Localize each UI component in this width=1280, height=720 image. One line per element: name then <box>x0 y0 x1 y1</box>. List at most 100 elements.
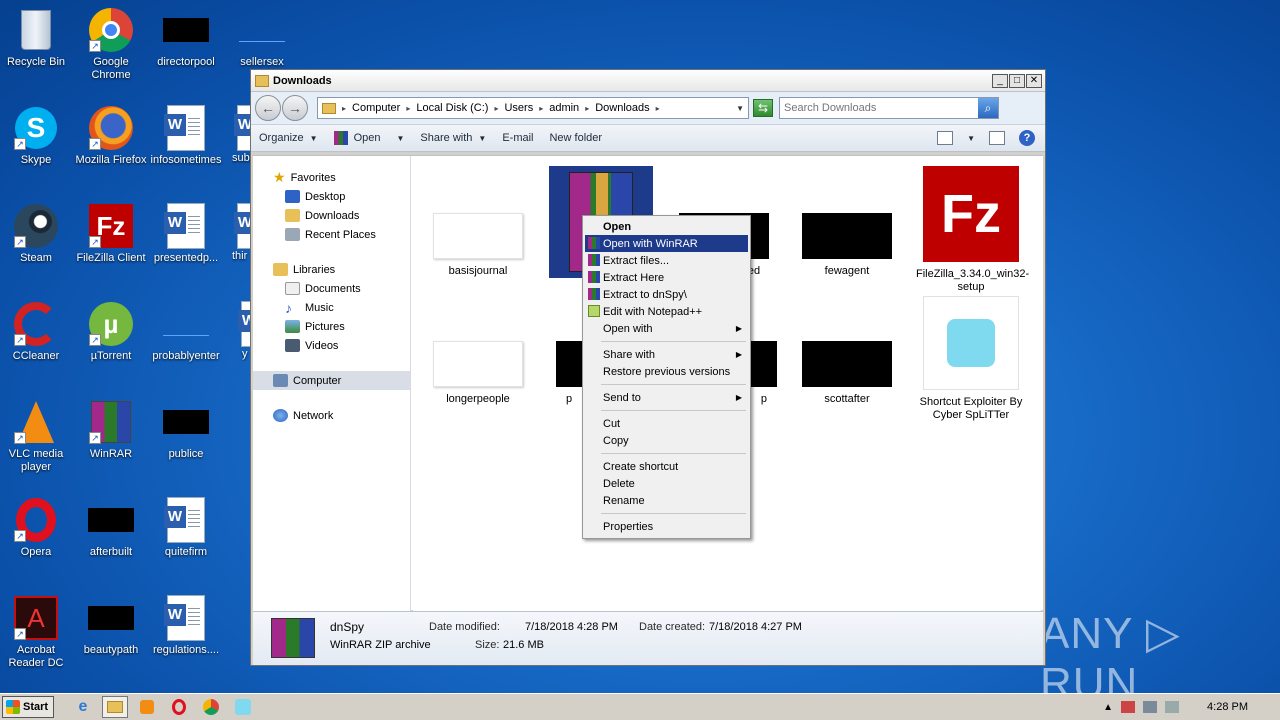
address-bar[interactable]: ▸ Computer ▸ Local Disk (C:) ▸ Users ▸ a… <box>317 97 749 119</box>
menu-item-delete[interactable]: Delete <box>585 475 748 492</box>
nav-computer[interactable]: Computer <box>253 371 410 390</box>
desktop-icon-steam[interactable]: ↗ Steam <box>0 202 74 265</box>
desktop-icon-filezilla[interactable]: Fz ↗ FileZilla Client <box>73 202 149 265</box>
desktop-icon-recycle-bin[interactable]: Recycle Bin <box>0 6 74 69</box>
chevron-right-icon[interactable]: ▸ <box>539 104 543 113</box>
chevron-down-icon[interactable]: ▼ <box>967 134 975 143</box>
taskbar-internet-explorer[interactable]: e <box>70 696 96 718</box>
preview-pane-icon[interactable] <box>989 131 1005 145</box>
menu-item-edit-notepadpp[interactable]: Edit with Notepad++ <box>585 303 748 320</box>
menu-item-send-to[interactable]: Send to ▶ <box>585 389 748 406</box>
breadcrumb-local-disk[interactable]: Local Disk (C:) <box>416 102 488 114</box>
taskbar-shortcut-exploiter[interactable] <box>230 696 256 718</box>
action-center-icon[interactable] <box>1121 701 1136 713</box>
file-item[interactable]: longerpeople <box>423 341 533 406</box>
desktop-icon-beautypath[interactable]: beautypath <box>73 594 149 657</box>
breadcrumb-admin[interactable]: admin <box>549 102 579 114</box>
desktop-icon-firefox[interactable]: ↗ Mozilla Firefox <box>73 104 149 167</box>
nav-favorites[interactable]: ★ Favorites <box>253 168 410 187</box>
desktop-icon-probablyenter[interactable]: probablyenter <box>148 300 224 363</box>
desktop-icon-skype[interactable]: S ↗ Skype <box>0 104 74 167</box>
back-button[interactable]: ← <box>255 95 281 121</box>
file-item[interactable]: Shortcut Exploiter By Cyber SpLiTTer <box>916 296 1026 422</box>
breadcrumb-users[interactable]: Users <box>504 102 533 114</box>
taskbar-explorer[interactable] <box>102 696 128 718</box>
minimize-button[interactable]: _ <box>992 73 1008 88</box>
file-item[interactable]: basisjournal <box>423 213 533 278</box>
menu-item-open-with-winrar[interactable]: Open with WinRAR <box>585 235 748 252</box>
nav-libraries[interactable]: Libraries <box>253 260 410 279</box>
menu-item-extract-here[interactable]: Extract Here <box>585 269 748 286</box>
organize-button[interactable]: Organize ▼ <box>259 132 318 144</box>
desktop-icon-thir[interactable]: thir <box>232 202 252 263</box>
chevron-down-icon[interactable]: ▼ <box>736 104 744 113</box>
file-item[interactable]: Fz FileZilla_3.34.0_win32-setup <box>916 166 1029 294</box>
desktop-icon-utorrent[interactable]: µ ↗ µTorrent <box>73 300 149 363</box>
clock[interactable]: 4:28 PM <box>1207 701 1248 713</box>
email-button[interactable]: E-mail <box>502 132 533 144</box>
tray-overflow-icon[interactable]: ▲ <box>1103 702 1113 713</box>
file-item[interactable]: scottafter <box>792 341 902 406</box>
share-with-button[interactable]: Share with ▼ <box>420 132 486 144</box>
breadcrumb-downloads[interactable]: Downloads <box>595 102 649 114</box>
desktop-icon-winrar[interactable]: ↗ WinRAR <box>73 398 149 461</box>
taskbar-chrome[interactable] <box>198 696 224 718</box>
menu-item-rename[interactable]: Rename <box>585 492 748 509</box>
nav-recent-places[interactable]: Recent Places <box>253 225 410 244</box>
desktop-icon-publice[interactable]: publice <box>148 398 224 461</box>
menu-item-extract-to[interactable]: Extract to dnSpy\ <box>585 286 748 303</box>
close-button[interactable]: ✕ <box>1026 73 1042 88</box>
desktop-icon-acrobat[interactable]: A ↗ Acrobat Reader DC <box>0 594 74 670</box>
desktop-icon-afterbuilt[interactable]: afterbuilt <box>73 496 149 559</box>
nav-music[interactable]: ♪ Music <box>253 298 410 317</box>
taskbar-media-player[interactable] <box>134 696 160 718</box>
open-button[interactable]: Open ▼ <box>333 131 404 145</box>
chevron-right-icon[interactable]: ▸ <box>494 104 498 113</box>
menu-item-restore-previous[interactable]: Restore previous versions <box>585 363 748 380</box>
nav-pictures[interactable]: Pictures <box>253 317 410 336</box>
desktop-icon-sellersex[interactable]: sellersex <box>224 6 300 69</box>
menu-item-extract-files[interactable]: Extract files... <box>585 252 748 269</box>
maximize-button[interactable]: □ <box>1009 73 1025 88</box>
volume-icon[interactable] <box>1165 701 1180 713</box>
desktop-icon-presentedp[interactable]: presentedp... <box>148 202 224 265</box>
chevron-right-icon[interactable]: ▸ <box>406 104 410 113</box>
chevron-right-icon[interactable]: ▸ <box>656 104 660 113</box>
desktop-icon-infosometimes[interactable]: infosometimes <box>148 104 224 167</box>
menu-item-copy[interactable]: Copy <box>585 432 748 449</box>
nav-videos[interactable]: Videos <box>253 336 410 355</box>
search-input[interactable] <box>780 98 978 118</box>
nav-documents[interactable]: Documents <box>253 279 410 298</box>
help-icon[interactable]: ? <box>1019 130 1035 146</box>
new-folder-button[interactable]: New folder <box>549 132 602 144</box>
network-tray-icon[interactable] <box>1143 701 1158 713</box>
view-options-icon[interactable] <box>937 131 954 145</box>
nav-downloads[interactable]: Downloads <box>253 206 410 225</box>
desktop-icon-chrome[interactable]: ↗ Google Chrome <box>73 6 149 82</box>
desktop-icon-quitefirm[interactable]: quitefirm <box>148 496 224 559</box>
menu-item-properties[interactable]: Properties <box>585 518 748 535</box>
desktop-icon-regulations[interactable]: regulations.... <box>148 594 224 657</box>
menu-item-share-with[interactable]: Share with ▶ <box>585 346 748 363</box>
refresh-button[interactable]: ⇆ <box>753 99 773 117</box>
desktop-icon-subr[interactable]: subr <box>232 104 252 165</box>
taskbar-opera[interactable] <box>166 696 192 718</box>
forward-button[interactable]: → <box>282 95 308 121</box>
breadcrumb-computer[interactable]: Computer <box>352 102 400 114</box>
chevron-right-icon[interactable]: ▸ <box>585 104 589 113</box>
desktop-icon-ccleaner[interactable]: ↗ CCleaner <box>0 300 74 363</box>
nav-network[interactable]: Network <box>253 406 410 425</box>
desktop-icon-directorpool[interactable]: directorpool <box>148 6 224 69</box>
search-icon[interactable]: ⌕ <box>978 98 998 118</box>
file-item[interactable]: fewagent <box>792 213 902 278</box>
nav-desktop[interactable]: Desktop <box>253 187 410 206</box>
menu-item-open-with[interactable]: Open with ▶ <box>585 320 748 337</box>
menu-item-create-shortcut[interactable]: Create shortcut <box>585 458 748 475</box>
menu-item-open[interactable]: Open <box>585 218 748 235</box>
desktop-icon-vlc[interactable]: ↗ VLC media player <box>0 398 74 474</box>
desktop-icon-opera[interactable]: ↗ Opera <box>0 496 74 559</box>
title-bar[interactable]: Downloads _ □ ✕ <box>251 70 1045 92</box>
search-box[interactable]: ⌕ <box>779 97 999 119</box>
menu-item-cut[interactable]: Cut <box>585 415 748 432</box>
start-button[interactable]: Start <box>2 696 54 718</box>
